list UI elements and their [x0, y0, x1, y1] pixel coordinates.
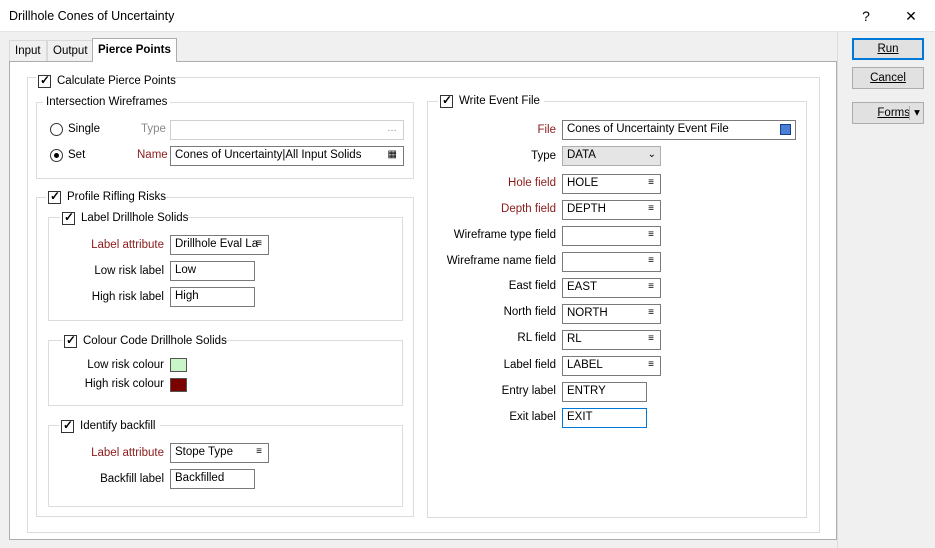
type-input[interactable]: …: [170, 120, 404, 140]
entry-label-input[interactable]: ENTRY: [562, 382, 647, 402]
list-icon[interactable]: ≡: [648, 333, 654, 344]
write-event-file-checkbox[interactable]: [440, 93, 453, 108]
tab-input[interactable]: Input: [9, 40, 47, 61]
identify-backfill-group: [48, 425, 403, 507]
label-drillhole-solids-checkbox[interactable]: [62, 210, 75, 225]
cancel-button[interactable]: Cancel: [852, 67, 924, 89]
identify-backfill-checkbox[interactable]: [61, 418, 74, 433]
intersection-wireframes-group: [36, 102, 414, 179]
side-divider: [837, 32, 838, 548]
dropdown-arrow-icon[interactable]: ▾: [911, 103, 923, 123]
backfill-label-label: Backfill label: [100, 473, 164, 485]
backfill-label-input[interactable]: Backfilled: [170, 469, 255, 489]
east-field-input[interactable]: EAST ≡: [562, 278, 661, 298]
backfill-attribute-input[interactable]: Stope Type ≡: [170, 443, 269, 463]
single-label: Single: [68, 123, 100, 135]
list-icon[interactable]: ≡: [648, 359, 654, 370]
profile-rifling-risks-checkbox[interactable]: [48, 189, 61, 204]
list-icon[interactable]: ≡: [648, 177, 654, 188]
tab-pierce-points[interactable]: Pierce Points: [92, 38, 177, 62]
run-button[interactable]: Run: [852, 38, 924, 60]
colour-code-checkbox[interactable]: [64, 333, 77, 348]
table-icon[interactable]: ▦: [388, 149, 397, 160]
identify-backfill-label: Identify backfill: [80, 420, 156, 432]
profile-rifling-risks-label: Profile Rifling Risks: [67, 191, 167, 203]
hole-field-input[interactable]: HOLE ≡: [562, 174, 661, 194]
list-icon[interactable]: ≡: [648, 255, 654, 266]
label-field-input[interactable]: LABEL ≡: [562, 356, 661, 376]
wireframe-type-field-label: Wireframe type field: [453, 229, 556, 241]
list-icon[interactable]: ≡: [648, 229, 654, 240]
label-attribute-input[interactable]: Drillhole Eval La ≡: [170, 235, 269, 255]
type-field-label: Type: [531, 150, 556, 162]
low-risk-label-input[interactable]: Low: [170, 261, 255, 281]
list-icon[interactable]: ≡: [256, 238, 262, 249]
entry-label-label: Entry label: [501, 385, 556, 397]
north-field-input[interactable]: NORTH ≡: [562, 304, 661, 324]
label-attribute-label: Label attribute: [91, 239, 164, 251]
hole-field-label: Hole field: [508, 177, 556, 189]
depth-field-input[interactable]: DEPTH ≡: [562, 200, 661, 220]
north-field-label: North field: [503, 306, 556, 318]
high-risk-colour-label: High risk colour: [84, 378, 164, 390]
rl-field-label: RL field: [517, 332, 556, 344]
label-drillhole-solids-label: Label Drillhole Solids: [81, 212, 189, 224]
chevron-down-icon[interactable]: ⌄: [648, 149, 656, 160]
low-risk-colour-swatch[interactable]: [170, 358, 187, 372]
colour-code-label: Colour Code Drillhole Solids: [83, 335, 227, 347]
wireframe-name-field-label: Wireframe name field: [446, 255, 556, 267]
list-icon[interactable]: ≡: [256, 446, 262, 457]
calculate-pierce-points-checkbox[interactable]: [38, 73, 51, 88]
high-risk-label-input[interactable]: High: [170, 287, 255, 307]
forms-button[interactable]: Forms ▾: [852, 102, 924, 124]
wireframe-type-field-input[interactable]: ≡: [562, 226, 661, 246]
exit-label-label: Exit label: [509, 411, 556, 423]
low-risk-colour-label: Low risk colour: [87, 359, 164, 371]
ellipsis-icon[interactable]: …: [387, 123, 397, 134]
name-input[interactable]: Cones of Uncertainty|All Input Solids ▦: [170, 146, 404, 166]
window-title: Drillhole Cones of Uncertainty: [9, 9, 175, 23]
type-select[interactable]: DATA ⌄: [562, 146, 661, 166]
list-icon[interactable]: ≡: [648, 307, 654, 318]
intersection-wireframes-title: Intersection Wireframes: [43, 96, 171, 108]
list-icon[interactable]: ≡: [648, 203, 654, 214]
high-risk-label-label: High risk label: [91, 291, 164, 303]
set-label: Set: [68, 149, 86, 161]
file-input[interactable]: Cones of Uncertainty Event File: [562, 120, 796, 140]
depth-field-label: Depth field: [501, 203, 556, 215]
backfill-attribute-label: Label attribute: [91, 447, 164, 459]
help-button[interactable]: ?: [846, 0, 886, 32]
file-label: File: [537, 124, 556, 136]
write-event-file-label: Write Event File: [459, 95, 540, 107]
east-field-label: East field: [508, 280, 556, 292]
list-icon[interactable]: ≡: [648, 281, 654, 292]
low-risk-label-label: Low risk label: [94, 265, 164, 277]
wireframe-name-field-input[interactable]: ≡: [562, 252, 661, 272]
file-browse-icon[interactable]: [780, 124, 791, 135]
high-risk-colour-swatch[interactable]: [170, 378, 187, 392]
name-label: Name: [137, 149, 168, 161]
exit-label-input[interactable]: EXIT: [562, 408, 647, 428]
title-bar: Drillhole Cones of Uncertainty ? ✕: [0, 0, 935, 32]
label-field-label: Label field: [503, 359, 556, 371]
forms-button-label: Forms: [877, 107, 910, 119]
single-radio[interactable]: [50, 123, 63, 136]
set-radio[interactable]: [50, 149, 63, 162]
close-button[interactable]: ✕: [891, 0, 931, 32]
calculate-pierce-points-label: Calculate Pierce Points: [57, 75, 176, 87]
tab-output[interactable]: Output: [47, 40, 94, 61]
rl-field-input[interactable]: RL ≡: [562, 330, 661, 350]
type-label: Type: [141, 123, 166, 135]
